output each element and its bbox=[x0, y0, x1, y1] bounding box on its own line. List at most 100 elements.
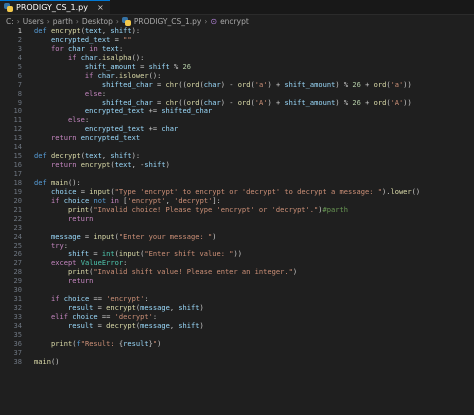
code-token: 'a' bbox=[390, 79, 404, 89]
code-token: encrypt bbox=[106, 303, 136, 313]
code-token: encrypt bbox=[80, 160, 111, 170]
code-token: ) + bbox=[267, 97, 285, 107]
line-number: 5 bbox=[17, 61, 22, 71]
code-token: else bbox=[67, 115, 85, 125]
code-token: % bbox=[169, 61, 183, 71]
code-line[interactable]: 34 result = decrypt(message, shift) bbox=[0, 320, 474, 331]
code-token: def bbox=[34, 151, 47, 161]
code-token: ) bbox=[292, 267, 298, 277]
code-token: ) - bbox=[220, 97, 238, 107]
code-token: input bbox=[93, 231, 115, 241]
code-token: , - bbox=[131, 160, 145, 170]
code-token: def bbox=[34, 177, 47, 187]
code-token: for bbox=[50, 43, 64, 53]
code-token: choice bbox=[50, 186, 77, 196]
code-token: char bbox=[161, 124, 179, 134]
breadcrumb-item[interactable]: C: bbox=[6, 17, 14, 26]
code-token: () bbox=[411, 186, 421, 196]
code-token: input bbox=[118, 249, 141, 259]
code-token: text bbox=[101, 43, 119, 53]
tab-prodigy-cs-1[interactable]: PRODIGY_CS_1.py × bbox=[0, 0, 110, 14]
code-editor[interactable]: 1 def encrypt(text, shift): 2 encrypted_te… bbox=[0, 26, 474, 415]
code-text[interactable]: return bbox=[34, 214, 93, 224]
code-token: 'encrypt' bbox=[127, 195, 166, 205]
code-token: encrypted_text bbox=[80, 133, 141, 143]
code-token: message bbox=[140, 320, 170, 330]
chevron-right-icon: › bbox=[115, 16, 119, 26]
code-line[interactable]: 37 bbox=[0, 348, 474, 358]
code-line[interactable]: 29 return bbox=[0, 276, 474, 286]
breadcrumb-item[interactable]: encrypt bbox=[220, 17, 249, 26]
code-token: )) bbox=[403, 97, 412, 107]
code-token: int bbox=[101, 249, 115, 259]
code-token: : bbox=[118, 43, 124, 53]
code-text[interactable]: return bbox=[34, 276, 93, 286]
breadcrumb-item[interactable]: parth bbox=[53, 17, 73, 26]
code-token: = bbox=[110, 34, 124, 44]
code-token: 'encrypt' bbox=[106, 294, 145, 304]
code-token: ord bbox=[186, 97, 200, 107]
code-token: 'decrypt' bbox=[174, 195, 213, 205]
code-token: message bbox=[50, 231, 81, 241]
code-token: : bbox=[144, 294, 149, 304]
code-token: char bbox=[203, 97, 221, 107]
code-token: else bbox=[84, 88, 102, 98]
code-line[interactable]: 38 main() bbox=[0, 356, 474, 367]
code-line[interactable]: 22 return bbox=[0, 214, 474, 224]
code-token: ValueError bbox=[80, 258, 124, 268]
code-text[interactable]: result = decrypt(message, shift) bbox=[34, 320, 204, 331]
line-number: 3 bbox=[17, 43, 22, 53]
code-token: = bbox=[93, 303, 107, 313]
code-token: not bbox=[93, 195, 107, 205]
breadcrumb-item[interactable]: Users bbox=[23, 17, 44, 26]
code-token: ord bbox=[237, 79, 251, 89]
function-symbol-icon: ⊙ bbox=[210, 16, 218, 26]
code-text[interactable]: print(f"Result: {result}") bbox=[34, 338, 161, 349]
line-number: 38 bbox=[13, 356, 23, 366]
code-token: "" bbox=[123, 34, 132, 44]
code-text[interactable]: main() bbox=[34, 356, 60, 367]
code-token: = bbox=[135, 61, 149, 71]
code-token: (( bbox=[178, 97, 187, 107]
code-text[interactable]: return encrypted_text bbox=[34, 133, 141, 143]
code-token: : bbox=[101, 88, 107, 98]
code-token: shifted_char bbox=[101, 97, 153, 107]
breadcrumb-item[interactable]: PRODIGY_CS_1.py bbox=[134, 17, 202, 26]
code-token: decrypt bbox=[106, 320, 136, 330]
code-line[interactable]: 13 return encrypted_text bbox=[0, 133, 474, 143]
code-token: () bbox=[50, 356, 60, 366]
code-text[interactable]: return encrypt(text, -shift) bbox=[34, 160, 170, 170]
code-line[interactable]: 16 return encrypt(text, -shift) bbox=[0, 160, 474, 170]
code-token: result bbox=[123, 338, 149, 348]
code-token: encrypted_text bbox=[84, 106, 145, 116]
code-token: try bbox=[50, 240, 64, 250]
code-token: shifted_char bbox=[161, 106, 213, 116]
line-number: 2 bbox=[17, 34, 22, 44]
code-token: choice bbox=[63, 294, 90, 304]
code-token: isalpha bbox=[101, 52, 132, 62]
code-token: = bbox=[152, 79, 166, 89]
code-line[interactable]: 36 print(f"Result: {result}") bbox=[0, 338, 474, 349]
breadcrumb-item[interactable]: Desktop bbox=[82, 17, 113, 26]
code-token: + bbox=[360, 97, 374, 107]
code-token: "Type 'encrypt' to encrypt or 'decrypt' … bbox=[114, 186, 382, 196]
close-icon[interactable]: × bbox=[97, 3, 104, 12]
code-line[interactable]: 24 message = input("Enter your message: … bbox=[0, 231, 474, 242]
code-token: = bbox=[93, 320, 107, 330]
line-number: 1 bbox=[17, 26, 22, 35]
